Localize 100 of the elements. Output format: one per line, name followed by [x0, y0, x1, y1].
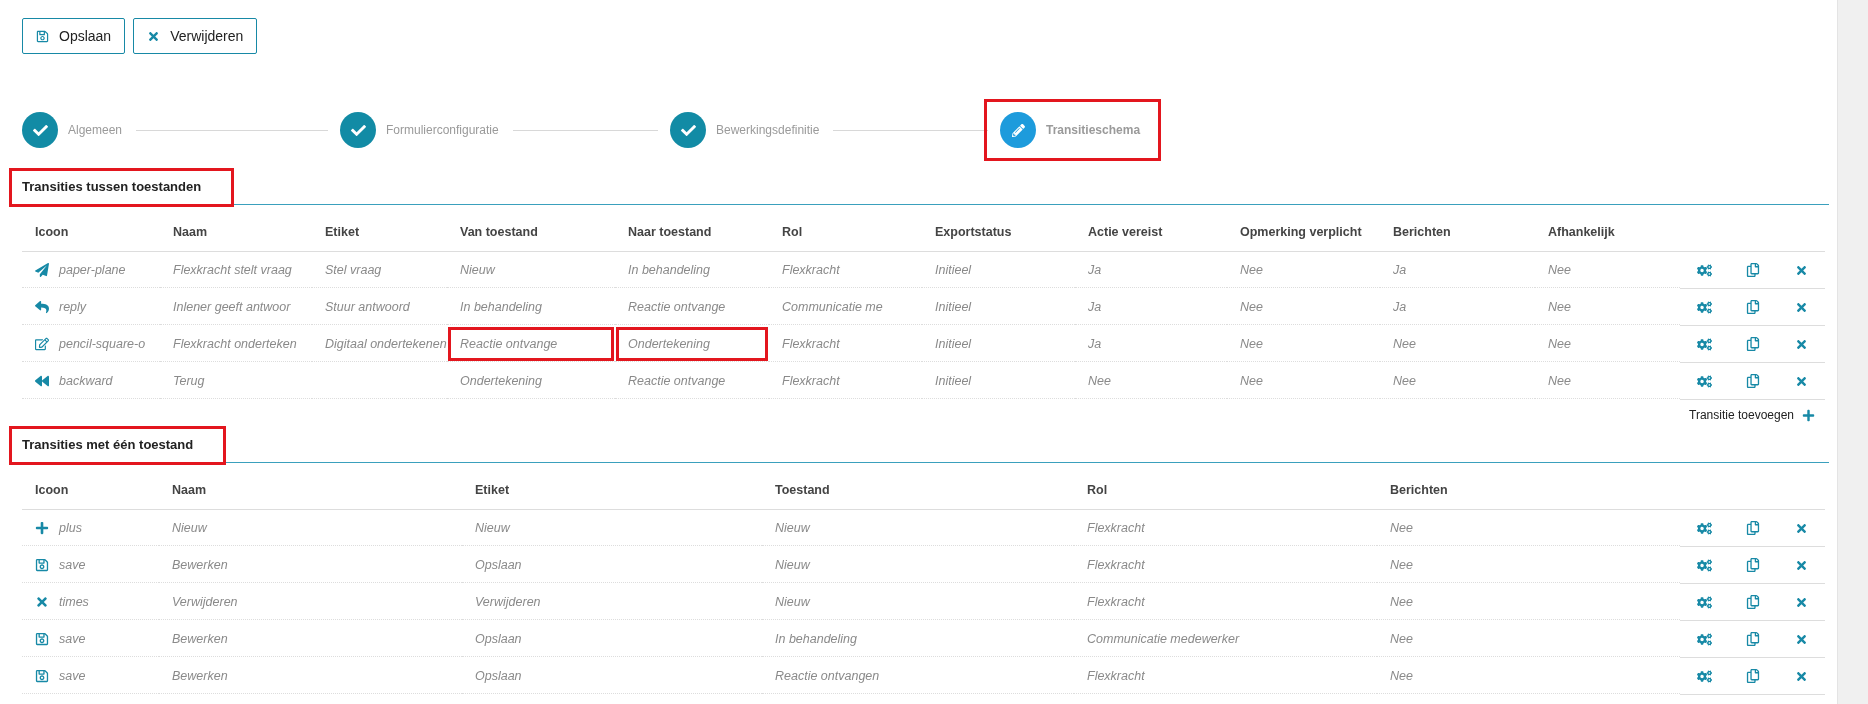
table-cell: Ja [1088, 336, 1102, 351]
table-cell: Inlener geeft antwoor [173, 299, 291, 314]
step-label[interactable]: Formulierconfiguratie [386, 123, 499, 137]
table-cell: Bewerken [172, 631, 228, 646]
section-title: Transities tussen toestanden [9, 168, 235, 207]
column-header: Berichten [1380, 213, 1535, 252]
table-cell: Initieel [935, 262, 972, 277]
table-cell: Nieuw [775, 594, 810, 609]
icon-name: save [59, 668, 86, 683]
table-cell: Nieuw [775, 557, 810, 572]
icon-name: plus [59, 520, 82, 535]
table-cell: Nee [1393, 373, 1416, 388]
table-cell: Flexkracht stelt vraag [173, 262, 292, 277]
table-cell: Terug [173, 373, 205, 388]
table-cell: Nee [1390, 557, 1413, 572]
table-cell: Communicatie medewerker [1087, 631, 1240, 646]
table-cell: Nieuw [172, 520, 207, 535]
icon-name: times [59, 594, 89, 609]
table-cell: Opslaan [475, 631, 522, 646]
table-cell: In behandeling [775, 631, 858, 646]
table-cell: Bewerken [172, 557, 228, 572]
step-label[interactable]: Transitieschema [1046, 123, 1141, 137]
reply-arrow-icon [35, 299, 49, 314]
column-header: Toestand [762, 471, 1074, 510]
table-cell: Flexkracht [1087, 594, 1145, 609]
completed-step-icon[interactable] [22, 112, 58, 148]
table-cell: Nee [1390, 631, 1413, 646]
icon-name: backward [59, 373, 113, 388]
column-header: Icoon [22, 471, 159, 510]
table-cell: Flexkracht [1087, 520, 1145, 535]
table-cell: Reactie ontvange [460, 336, 558, 351]
save-icon [35, 631, 49, 646]
column-header: Berichten [1377, 471, 1680, 510]
table-cell: Nee [1240, 336, 1263, 351]
close-icon [147, 29, 161, 43]
table-cell: Opslaan [475, 557, 522, 572]
table-cell: Initieel [935, 373, 972, 388]
table-cell: Ja [1088, 262, 1102, 277]
table-cell: Flexkracht [1087, 557, 1145, 572]
table-cell: In behandeling [628, 262, 711, 277]
table-cell: Communicatie me [782, 299, 883, 314]
table-cell: Stel vraag [325, 262, 382, 277]
column-header: Naam [159, 471, 462, 510]
add-transition-button[interactable]: Transitie toevoegen [1689, 408, 1815, 422]
column-header: Etiket [312, 213, 447, 252]
column-header: Van toestand [447, 213, 615, 252]
table-cell: Nee [1390, 594, 1413, 609]
table-cell: Nee [1390, 520, 1413, 535]
current-step-icon[interactable] [1000, 112, 1036, 148]
table-cell: In behandeling [460, 299, 543, 314]
table-cell: Nieuw [475, 520, 510, 535]
scrollbar[interactable] [1837, 0, 1868, 704]
table-cell: Ja [1393, 262, 1407, 277]
table-cell: Verwijderen [172, 594, 238, 609]
step-label[interactable]: Algemeen [68, 123, 123, 137]
column-header: Naam [160, 213, 312, 252]
save-icon [35, 557, 49, 572]
table-cell: Nee [1390, 668, 1413, 683]
table-cell: Ondertekening [628, 336, 710, 351]
table-cell: Flexkracht [782, 373, 840, 388]
section-title: Transities met één toestand [9, 426, 227, 465]
table-cell: Nieuw [460, 262, 495, 277]
table-cell: Nee [1240, 373, 1263, 388]
column-header: Opmerking verplicht [1227, 213, 1380, 252]
completed-step-icon[interactable] [340, 112, 376, 148]
icon-name: paper-plane [59, 262, 126, 277]
column-header: Exportstatus [922, 213, 1075, 252]
icon-name: save [59, 557, 86, 572]
column-header: Etiket [462, 471, 762, 510]
completed-step-icon[interactable] [670, 112, 706, 148]
icon-name: pencil-square-o [59, 336, 146, 351]
column-header: Actie vereist [1075, 213, 1227, 252]
table-cell: Nee [1393, 336, 1416, 351]
table-cell: Flexkracht [782, 336, 840, 351]
table-cell: Digitaal ondertekenen [325, 336, 447, 351]
column-header: Afhankelijk [1535, 213, 1680, 252]
table-cell: Nee [1548, 336, 1571, 351]
save-icon [36, 29, 49, 43]
plus-icon [1802, 408, 1815, 422]
delete-button[interactable]: Verwijderen [133, 18, 258, 54]
table-cell: Opslaan [475, 668, 522, 683]
table-cell: Nee [1548, 262, 1571, 277]
table-cell: Stuur antwoord [325, 299, 410, 314]
plus-icon [35, 520, 49, 535]
icon-name: save [59, 631, 86, 646]
paper-plane-icon [35, 262, 49, 277]
table-cell: Bewerken [172, 668, 228, 683]
table-cell: Ondertekening [460, 373, 542, 388]
table-cell: Initieel [935, 336, 972, 351]
column-header: Icoon [22, 213, 160, 252]
table-cell: Nee [1088, 373, 1111, 388]
save-button[interactable]: Opslaan [22, 18, 126, 54]
table-cell: Flexkracht [782, 262, 840, 277]
icon-name: reply [59, 299, 87, 314]
column-header: Naar toestand [615, 213, 769, 252]
step-label[interactable]: Bewerkingsdefinitie [716, 123, 820, 137]
table-cell: Flexkracht [1087, 668, 1145, 683]
table-cell: Flexkracht onderteken [173, 336, 297, 351]
table-cell: Nee [1548, 299, 1571, 314]
table-cell: Nee [1240, 262, 1263, 277]
